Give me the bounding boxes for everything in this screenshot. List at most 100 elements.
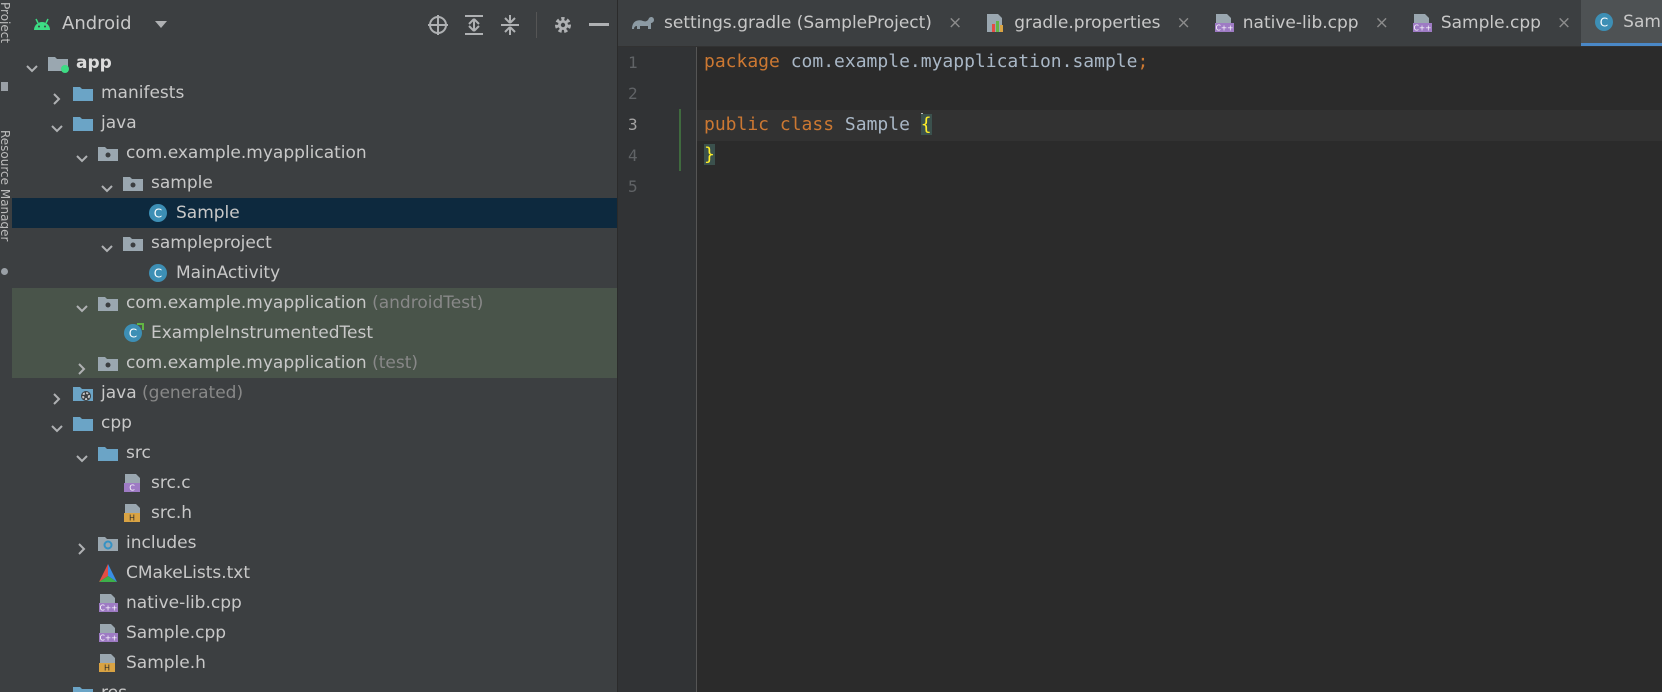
tree-item[interactable]: C++ Sample.cpp: [12, 618, 617, 648]
tree-item-name: includes: [126, 533, 197, 553]
keyword-package: package: [704, 51, 780, 72]
chevron-down-icon[interactable]: [50, 416, 64, 433]
editor-tab[interactable]: C++ Sample.cpp ×: [1399, 0, 1581, 46]
tree-item[interactable]: H Sample.h: [12, 648, 617, 678]
chevron-down-icon[interactable]: [100, 176, 114, 193]
test-class-icon: C: [122, 323, 144, 343]
close-brace: }: [704, 144, 715, 165]
tree-item[interactable]: includes: [12, 528, 617, 558]
editor-tab[interactable]: settings.gradle (SampleProject) ×: [618, 0, 972, 46]
tree-item[interactable]: C MainActivity: [12, 258, 617, 288]
code-line-4[interactable]: }: [704, 144, 715, 165]
tree-item-label: includes: [126, 528, 196, 558]
tree-item-name: sample: [151, 173, 213, 193]
code-line-1[interactable]: package com.example.myapplication.sample…: [704, 51, 1148, 72]
chevron-down-icon[interactable]: [75, 296, 89, 313]
package-icon: [122, 173, 144, 193]
tree-item[interactable]: C ExampleInstrumentedTest: [12, 318, 617, 348]
c-file-icon: C: [122, 473, 144, 493]
chevron-down-icon[interactable]: [50, 686, 64, 692]
resource-manager-tool-tab[interactable]: Resource Manager: [0, 130, 12, 241]
h-file-icon: H: [97, 653, 119, 673]
java-class-icon: C: [147, 263, 169, 283]
folder-icon: [72, 113, 94, 133]
tree-item[interactable]: CMakeLists.txt: [12, 558, 617, 588]
view-selector[interactable]: Android: [32, 13, 168, 34]
package-name: com.example.myapplication.sample: [779, 51, 1138, 72]
tree-item[interactable]: manifests: [12, 78, 617, 108]
tree-item[interactable]: app: [12, 48, 617, 78]
chevron-down-icon[interactable]: [100, 236, 114, 253]
tree-item-label: app: [76, 48, 112, 78]
tree-item[interactable]: java: [12, 108, 617, 138]
vcs-change-marker: [679, 109, 681, 171]
code-line-3[interactable]: public class Sample {: [704, 113, 932, 135]
tree-item-name: com.example.myapplication: [126, 293, 367, 313]
close-tab-icon[interactable]: ×: [1177, 13, 1191, 33]
svg-text:H: H: [104, 664, 110, 673]
editor-tab-label: gradle.properties: [1014, 13, 1161, 33]
tree-item-label: com.example.myapplication (test): [126, 348, 418, 378]
editor-tab[interactable]: C++ native-lib.cpp ×: [1201, 0, 1399, 46]
panel-settings-button[interactable]: [551, 13, 575, 37]
tree-item-suffix: (androidTest): [372, 293, 484, 313]
tree-item[interactable]: com.example.myapplication (androidTest): [12, 288, 617, 318]
tree-item-suffix: (test): [372, 353, 419, 373]
tree-item[interactable]: cpp: [12, 408, 617, 438]
chevron-down-icon[interactable]: [50, 116, 64, 133]
collapse-all-button[interactable]: [498, 13, 522, 37]
tree-item-label: Sample.h: [126, 648, 206, 678]
tree-item-label: sample: [151, 168, 213, 198]
tree-item-name: com.example.myapplication: [126, 143, 367, 163]
chevron-right-icon[interactable]: [50, 86, 64, 105]
line-number: 1: [628, 53, 638, 72]
project-panel: Android app manifests java com.example.m…: [12, 0, 618, 692]
cpp-file-icon: C++: [1411, 13, 1433, 33]
dropdown-arrow-icon: [154, 20, 167, 28]
tree-item[interactable]: C++ native-lib.cpp: [12, 588, 617, 618]
select-opened-file-button[interactable]: [426, 13, 450, 37]
chevron-down-icon[interactable]: [75, 146, 89, 163]
chevron-down-icon[interactable]: [25, 56, 39, 73]
tree-item[interactable]: sampleproject: [12, 228, 617, 258]
package-icon: [97, 293, 119, 313]
tree-item[interactable]: java (generated): [12, 378, 617, 408]
editor-tab-label: Sample.java: [1623, 11, 1662, 32]
keyword-public: public: [704, 114, 770, 135]
editor-tab[interactable]: C Sample.java: [1581, 0, 1662, 46]
editor-tab[interactable]: gradle.properties ×: [972, 0, 1201, 46]
tree-item[interactable]: com.example.myapplication (test): [12, 348, 617, 378]
tree-item-name: ExampleInstrumentedTest: [151, 323, 374, 343]
tree-item[interactable]: src: [12, 438, 617, 468]
folder-icon: [72, 83, 94, 103]
svg-text:C++: C++: [100, 604, 118, 613]
close-tab-icon[interactable]: ×: [948, 13, 962, 33]
chevron-right-icon[interactable]: [75, 356, 89, 375]
close-tab-icon[interactable]: ×: [1375, 13, 1389, 33]
collapse-all-icon: [501, 15, 519, 35]
editor-tabs: settings.gradle (SampleProject) × gradle.p…: [618, 0, 1662, 47]
expand-all-button[interactable]: [462, 13, 486, 37]
close-tab-icon[interactable]: ×: [1557, 13, 1571, 33]
package-icon: [97, 143, 119, 163]
code-editor[interactable]: 1 2 3 4 5 package com.example.myapplicat…: [618, 47, 1662, 692]
tree-item[interactable]: sample: [12, 168, 617, 198]
tree-item[interactable]: C Sample: [12, 198, 617, 228]
tree-item-label: com.example.myapplication (androidTest): [126, 288, 483, 318]
chevron-right-icon[interactable]: [75, 536, 89, 555]
svg-text:C++: C++: [100, 634, 118, 643]
folder-icon: [72, 683, 94, 692]
chevron-down-icon[interactable]: [75, 446, 89, 463]
svg-text:C: C: [1600, 15, 1608, 29]
hide-panel-button[interactable]: [587, 13, 611, 37]
tree-item[interactable]: Csrc.c: [12, 468, 617, 498]
tree-item[interactable]: com.example.myapplication: [12, 138, 617, 168]
tree-item[interactable]: res: [12, 678, 617, 692]
chevron-right-icon[interactable]: [50, 386, 64, 405]
tree-item[interactable]: Hsrc.h: [12, 498, 617, 528]
tree-item-label: src.h: [151, 498, 192, 528]
generated-folder-icon: [72, 383, 94, 403]
project-tool-tab[interactable]: Project: [0, 2, 12, 43]
editor-tab-label: settings.gradle (SampleProject): [664, 13, 932, 33]
project-tree: app manifests java com.example.myapplicatio…: [12, 48, 617, 692]
